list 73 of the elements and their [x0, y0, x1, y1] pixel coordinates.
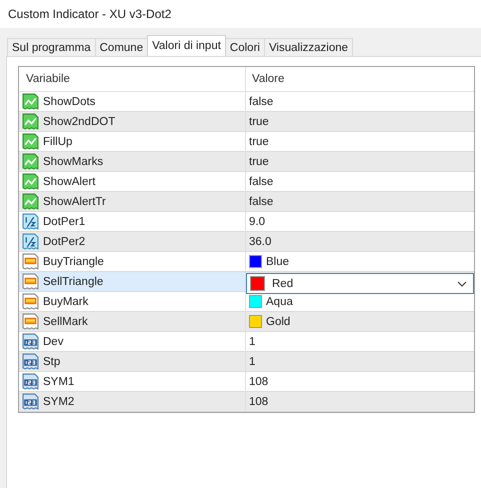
- table-cell[interactable]: ShowAlert: [19, 172, 246, 191]
- table-cell[interactable]: 36.0: [246, 232, 474, 251]
- variable-name: ShowAlert: [43, 176, 96, 188]
- table-cell[interactable]: SYM1: [19, 372, 246, 391]
- table-cell[interactable]: 108: [246, 372, 474, 391]
- table-cell[interactable]: Show2ndDOT: [19, 112, 246, 131]
- variable-name: Show2ndDOT: [43, 116, 116, 128]
- value-text: 1: [249, 356, 256, 368]
- value-text: false: [249, 196, 274, 208]
- table-cell[interactable]: false: [246, 92, 474, 111]
- table-cell[interactable]: DotPer1: [19, 212, 246, 231]
- variable-name: BuyTriangle: [43, 256, 104, 268]
- table-cell[interactable]: Aqua: [246, 292, 474, 311]
- table-cell[interactable]: true: [246, 132, 474, 151]
- variable-name: SellMark: [43, 316, 88, 328]
- value-text: true: [249, 116, 269, 128]
- column-header[interactable]: Valore: [246, 67, 474, 91]
- variable-name: Dev: [43, 336, 64, 348]
- table-cell[interactable]: SellMark: [19, 312, 246, 331]
- tab[interactable]: Valori di input: [147, 35, 226, 56]
- value-text: true: [249, 156, 269, 168]
- value-text: 1: [249, 336, 256, 348]
- table-cell[interactable]: Stp: [19, 352, 246, 371]
- variable-name: BuyMark: [43, 296, 88, 308]
- table-cell[interactable]: true: [246, 152, 474, 171]
- value-text: 36.0: [249, 236, 272, 248]
- variable-name: SellTriangle: [43, 276, 104, 288]
- variable-name: Stp: [43, 356, 60, 368]
- variable-name: SYM1: [43, 376, 74, 388]
- table-cell[interactable]: true: [246, 112, 474, 131]
- fraction-icon: [22, 233, 39, 250]
- value-text: 9.0: [249, 216, 265, 228]
- variable-name: FillUp: [43, 136, 72, 148]
- table-cell[interactable]: 1: [246, 332, 474, 351]
- chevron-down-icon: [457, 280, 467, 286]
- table-cell[interactable]: 108: [246, 392, 474, 411]
- table-cell[interactable]: ShowAlertTr: [19, 192, 246, 211]
- table-cell[interactable]: ShowDots: [19, 92, 246, 111]
- variable-name: ShowMarks: [43, 156, 104, 168]
- value-text: 108: [249, 376, 268, 388]
- table-cell[interactable]: 1: [246, 352, 474, 371]
- table-cell[interactable]: false: [246, 192, 474, 211]
- table-cell[interactable]: FillUp: [19, 132, 246, 151]
- variable-name: ShowDots: [43, 96, 96, 108]
- value-text: 108: [249, 396, 268, 408]
- table-cell[interactable]: DotPer2: [19, 232, 246, 251]
- table-cell[interactable]: 9.0: [246, 212, 474, 231]
- table-cell[interactable]: Dev: [19, 332, 246, 351]
- tab[interactable]: Visualizzazione: [264, 38, 354, 56]
- variable-name: ShowAlertTr: [43, 196, 106, 208]
- value-text: Red: [271, 278, 294, 290]
- table-cell[interactable]: Gold: [246, 312, 474, 331]
- table-cell[interactable]: SYM2: [19, 392, 246, 411]
- table-cell[interactable]: BuyMark: [19, 292, 246, 311]
- value-text: false: [249, 96, 274, 108]
- value-text: Aqua: [266, 296, 293, 308]
- variable-name: SYM2: [43, 396, 74, 408]
- table-cell[interactable]: SellTriangle: [19, 272, 246, 291]
- variable-name: DotPer1: [43, 216, 86, 228]
- value-text: false: [249, 176, 274, 188]
- window-title: Custom Indicator - XU v3-Dot2: [8, 7, 172, 21]
- table-cell[interactable]: Blue: [246, 252, 474, 271]
- tab[interactable]: Sul programma: [7, 38, 96, 56]
- value-text: true: [249, 136, 269, 148]
- variable-name: DotPer2: [43, 236, 86, 248]
- table-cell[interactable]: false: [246, 172, 474, 191]
- column-header[interactable]: Variabile: [19, 67, 246, 91]
- table-cell[interactable]: ShowMarks: [19, 152, 246, 171]
- value-text: Gold: [266, 316, 290, 328]
- value-text: Blue: [266, 256, 290, 268]
- table-cell[interactable]: BuyTriangle: [19, 252, 246, 271]
- color-dropdown[interactable]: Red: [246, 273, 474, 294]
- fraction-icon: [22, 213, 39, 230]
